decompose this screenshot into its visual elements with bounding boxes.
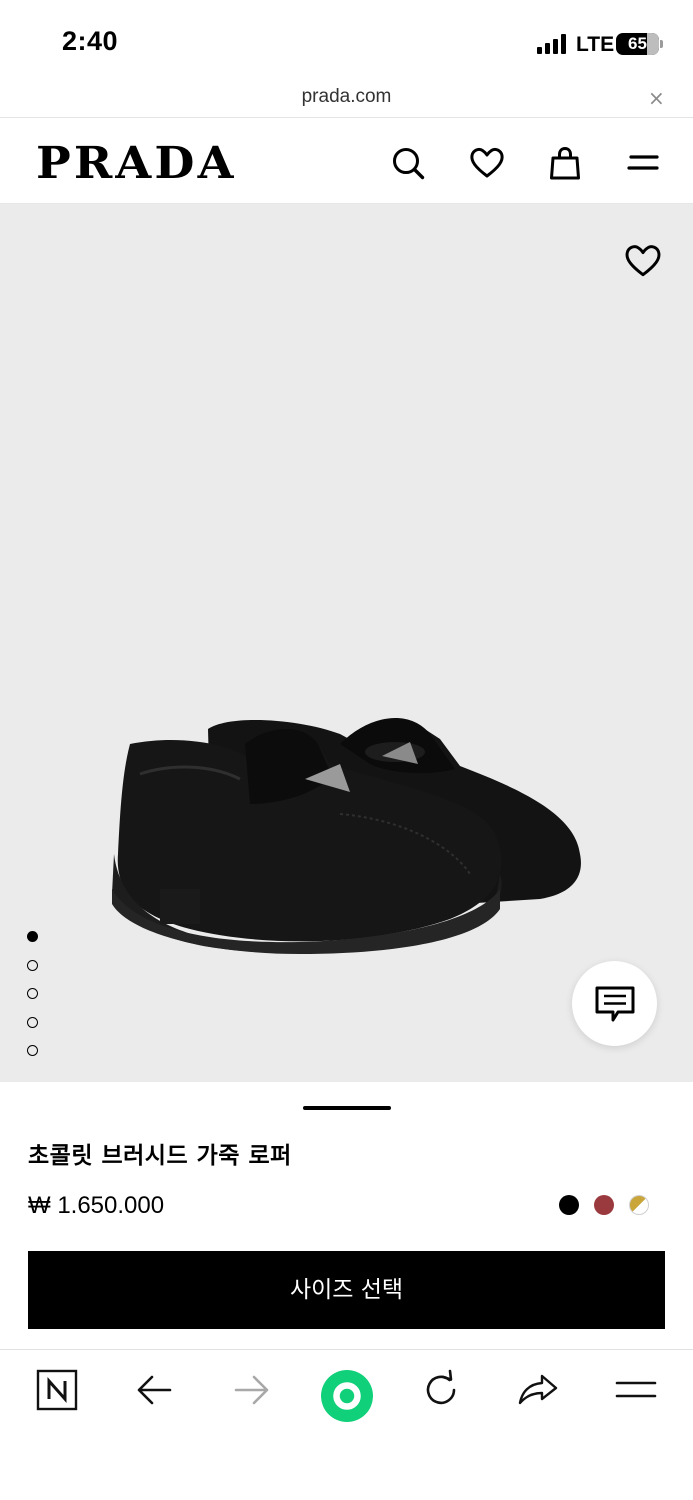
forward-arrow-icon[interactable] [230, 1368, 280, 1424]
gallery-dot[interactable] [27, 988, 38, 999]
product-name: 초콜릿 브러시드 가죽 로퍼 [28, 1143, 292, 1169]
share-icon[interactable] [516, 1368, 566, 1424]
gallery-dot[interactable] [27, 1045, 38, 1056]
network-type: LTE [576, 33, 615, 56]
product-image-gallery[interactable] [0, 204, 693, 1082]
chat-button[interactable] [572, 961, 657, 1046]
heart-icon[interactable] [469, 145, 505, 181]
color-swatch-red[interactable] [594, 1195, 614, 1215]
reload-icon[interactable] [419, 1368, 469, 1424]
color-swatch-gold-white[interactable] [629, 1195, 649, 1215]
color-swatch-black[interactable] [559, 1195, 579, 1215]
gallery-pagination [27, 931, 41, 1074]
battery-level: 65 [628, 34, 647, 53]
wishlist-heart-icon[interactable] [624, 242, 662, 280]
green-dot-icon[interactable] [319, 1368, 375, 1424]
url-bar[interactable]: prada.com × [0, 84, 693, 118]
status-bar: 2:40 LTE 65 [0, 0, 693, 84]
battery-icon: 65 [616, 33, 659, 55]
back-arrow-icon[interactable] [134, 1368, 184, 1424]
url-text[interactable]: prada.com [0, 86, 693, 108]
chat-icon [595, 986, 635, 1022]
naver-home-icon[interactable] [35, 1368, 85, 1424]
gallery-dot[interactable] [27, 1016, 38, 1028]
close-icon[interactable]: × [648, 86, 665, 110]
select-size-button[interactable]: 사이즈 선택 [28, 1251, 665, 1329]
site-header: PRADA [0, 119, 693, 204]
search-icon[interactable] [390, 145, 426, 181]
battery-tip [660, 40, 663, 48]
gallery-dot[interactable] [27, 931, 38, 942]
sheet-drag-handle[interactable] [303, 1106, 391, 1110]
product-price: ₩ 1.650.000 [28, 1192, 165, 1219]
menu-icon[interactable] [614, 1368, 664, 1424]
menu-icon[interactable] [626, 145, 662, 181]
status-time: 2:40 [62, 26, 119, 56]
browser-bottom-bar [0, 1349, 693, 1500]
prada-logo[interactable]: PRADA [36, 138, 237, 189]
loafer-shoe-image [112, 717, 581, 954]
shopping-bag-icon[interactable] [547, 145, 583, 181]
gallery-dot[interactable] [27, 959, 38, 971]
signal-icon [537, 34, 567, 54]
